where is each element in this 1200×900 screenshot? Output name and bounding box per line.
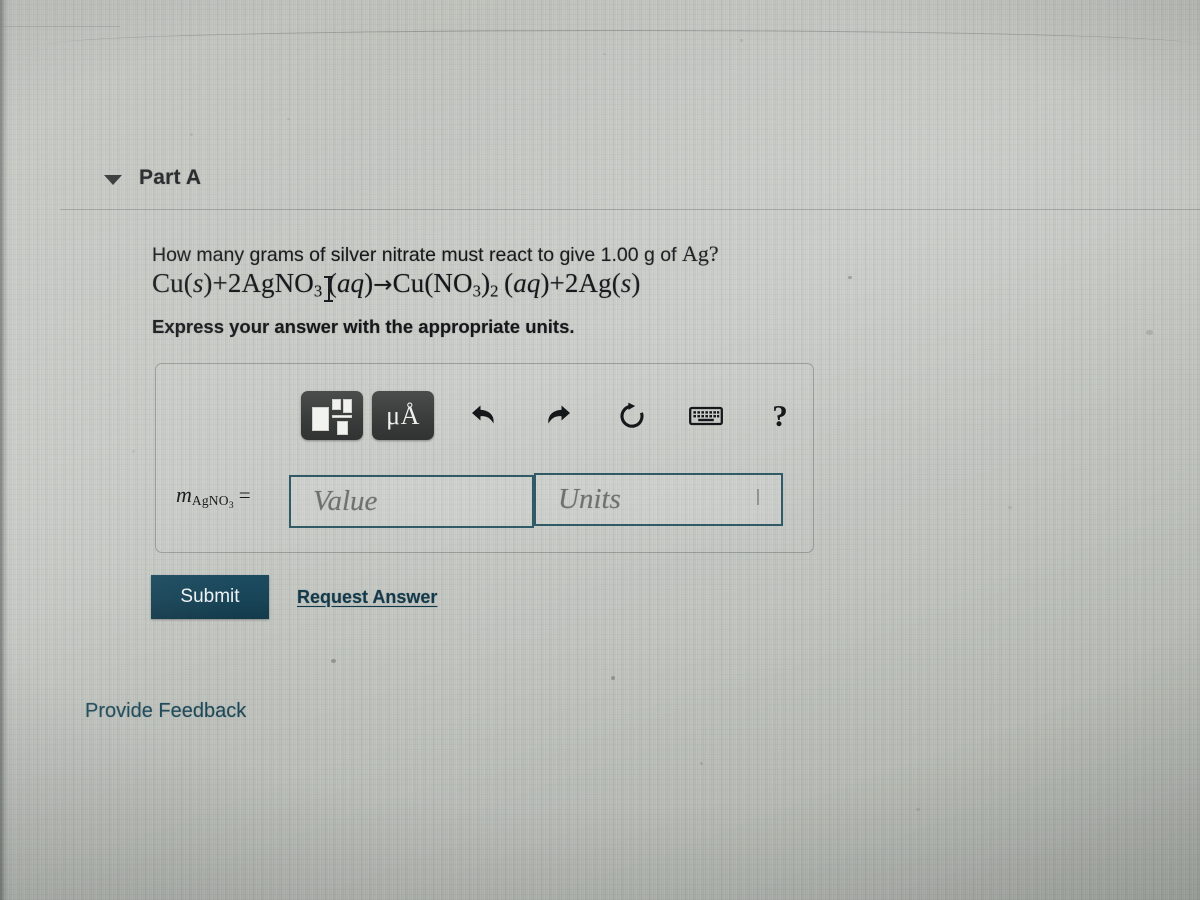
caret-down-icon[interactable] <box>104 174 122 185</box>
units-caret-icon <box>757 489 759 505</box>
variable-subscript-text: AgNO <box>191 493 229 509</box>
eq-product-1-state: aq <box>513 268 541 298</box>
redo-button[interactable] <box>532 393 584 439</box>
redo-icon <box>548 405 570 424</box>
eq-arrow-icon: → <box>373 272 393 298</box>
answer-panel: μÅ ? mAgNO3 = Value Units <box>155 363 814 553</box>
variable-subscript-number: 3 <box>228 500 234 512</box>
eq-reactant-2-sub: 3 <box>313 281 323 301</box>
eq-reactant-2-state: aq <box>336 268 365 298</box>
eq-product-2-coeff: 2 <box>564 268 579 298</box>
eq-product-1-sub-b: 2 <box>490 281 499 301</box>
question-prompt-text: How many grams of silver nitrate must re… <box>152 244 682 266</box>
provide-feedback-link[interactable]: Provide Feedback <box>85 700 246 723</box>
eq-product-1-a: Cu(NO <box>392 268 473 298</box>
eq-reactant-2: AgNO <box>241 268 314 298</box>
undo-button[interactable] <box>458 393 510 439</box>
page-content: Part A How many grams of silver nitrate … <box>0 0 1200 900</box>
template-button[interactable] <box>301 391 363 440</box>
value-input[interactable]: Value <box>289 475 534 528</box>
variable-symbol: m <box>176 482 192 507</box>
eq-reactant-1: Cu <box>152 268 184 298</box>
question-block: How many grams of silver nitrate must re… <box>152 240 852 269</box>
header-divider <box>60 209 1200 210</box>
variable-label: mAgNO3 = <box>176 482 251 511</box>
equals-sign: = <box>238 483 251 507</box>
answer-toolbar: μÅ ? <box>301 391 806 440</box>
chemical-equation: Cu(s)+2AgNO3 (aq)→Cu(NO3)2 (aq)+2Ag(s) <box>152 268 641 301</box>
eq-product-2-state: s <box>620 268 632 298</box>
eq-plus-2: + <box>549 268 565 298</box>
eq-reactant-1-state: s <box>192 268 204 298</box>
units-button[interactable]: μÅ <box>372 391 434 440</box>
question-prompt-symbol: Ag <box>681 241 709 266</box>
value-input-placeholder: Value <box>313 485 378 517</box>
keyboard-button[interactable] <box>680 393 732 439</box>
eq-product-2: Ag <box>578 268 612 298</box>
screenshot-root: Part A How many grams of silver nitrate … <box>0 0 1200 900</box>
question-mark-icon: ? <box>772 398 788 433</box>
eq-plus-1: + <box>212 268 228 298</box>
undo-icon <box>472 405 494 424</box>
help-button[interactable]: ? <box>754 393 806 439</box>
reset-icon <box>620 402 644 428</box>
question-prompt: How many grams of silver nitrate must re… <box>152 240 852 269</box>
page-title: Part A <box>139 166 202 189</box>
units-input-placeholder: Units <box>558 483 621 515</box>
part-a-header[interactable]: Part A <box>104 166 201 190</box>
micro-angstrom-icon: μÅ <box>386 400 420 430</box>
variable-subscript: AgNO3 <box>191 493 234 512</box>
eq-coeff-2: 2 <box>227 268 242 298</box>
reset-button[interactable] <box>606 393 658 439</box>
submit-button[interactable]: Submit <box>151 575 269 619</box>
question-prompt-qmark: ? <box>708 241 719 266</box>
template-icon <box>312 399 352 435</box>
eq-product-1-sub-a: 3 <box>472 281 482 301</box>
units-input[interactable]: Units <box>534 473 783 526</box>
answer-instruction: Express your answer with the appropriate… <box>152 316 575 337</box>
eq-product-1-b: ) <box>481 268 491 298</box>
request-answer-link[interactable]: Request Answer <box>297 587 437 608</box>
keyboard-icon <box>689 406 723 425</box>
